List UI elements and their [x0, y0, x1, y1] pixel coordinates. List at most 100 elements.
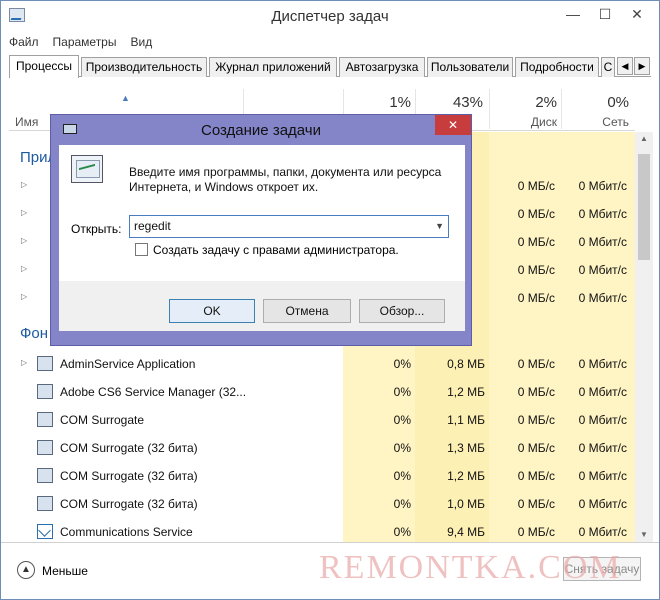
table-row[interactable]: COM Surrogate 0% 1,1 МБ 0 МБ/с 0 Мбит/с [9, 406, 635, 434]
table-row[interactable]: COM Surrogate (32 бита) 0% 1,2 МБ 0 МБ/с… [9, 462, 635, 490]
process-icon [37, 356, 53, 371]
col-net-pct[interactable]: 0% [561, 94, 629, 111]
tab-scroll-right-icon[interactable]: ▶ [634, 57, 650, 75]
row-net: 0 Мбит/с [578, 413, 627, 427]
dialog-title-bar: Создание задачи ✕ [51, 115, 471, 145]
chevron-down-icon[interactable]: ▼ [435, 216, 444, 237]
row-name: COM Surrogate [60, 413, 145, 427]
tab-startup[interactable]: Автозагрузка [339, 57, 425, 77]
row-cpu: 0% [393, 525, 411, 539]
row-cpu: 0% [393, 441, 411, 455]
minimize-icon[interactable]: — [559, 3, 587, 25]
menu-view[interactable]: Вид [122, 32, 158, 49]
row-disk: 0 МБ/с [517, 385, 555, 399]
row-disk: 0 МБ/с [517, 291, 555, 305]
table-row[interactable]: COM Surrogate (32 бита) 0% 1,3 МБ 0 МБ/с… [9, 434, 635, 462]
scroll-up-icon[interactable]: ▲ [635, 132, 653, 146]
dialog-close-icon[interactable]: ✕ [435, 115, 471, 135]
row-disk: 0 МБ/с [517, 469, 555, 483]
admin-checkbox[interactable] [135, 243, 148, 256]
row-mem: 1,2 МБ [447, 385, 485, 399]
dialog-title: Создание задачи [201, 122, 321, 139]
menu-bar: Файл Параметры Вид [1, 32, 659, 52]
process-icon [37, 412, 53, 427]
row-net: 0 Мбит/с [578, 291, 627, 305]
row-net: 0 Мбит/с [578, 235, 627, 249]
expand-icon[interactable]: ▷ [21, 180, 27, 189]
expand-icon[interactable]: ▷ [21, 208, 27, 217]
row-name: COM Surrogate (32 бита) [60, 469, 198, 483]
open-label: Открыть: [71, 222, 122, 236]
col-mem-pct[interactable]: 43% [415, 94, 483, 111]
row-name: COM Surrogate (32 бита) [60, 497, 198, 511]
menu-options[interactable]: Параметры [45, 32, 123, 49]
table-row[interactable]: Adobe CS6 Service Manager (32... 0% 1,2 … [9, 378, 635, 406]
row-mem: 1,1 МБ [447, 413, 485, 427]
row-net: 0 Мбит/с [578, 207, 627, 221]
tab-services[interactable]: С [601, 57, 615, 77]
tab-performance[interactable]: Производительность [81, 57, 207, 77]
col-name[interactable]: Имя [15, 115, 38, 129]
maximize-icon[interactable]: ☐ [591, 3, 619, 25]
expand-icon[interactable]: ▷ [21, 264, 27, 273]
col-cpu-pct[interactable]: 1% [343, 94, 411, 111]
expand-icon[interactable]: ▷ [21, 358, 27, 367]
tab-users[interactable]: Пользователи [427, 57, 513, 77]
row-disk: 0 МБ/с [517, 413, 555, 427]
vertical-scrollbar[interactable]: ▲ ▼ [635, 132, 653, 542]
open-input-value[interactable]: regedit [134, 219, 171, 233]
scrollbar-thumb[interactable] [638, 154, 650, 260]
tab-details[interactable]: Подробности [515, 57, 599, 77]
tab-app-history[interactable]: Журнал приложений [209, 57, 337, 77]
cancel-button[interactable]: Отмена [263, 299, 351, 323]
row-name: Adobe CS6 Service Manager (32... [60, 385, 247, 399]
process-icon [37, 496, 53, 511]
create-task-dialog: Создание задачи ✕ Введите имя программы,… [50, 114, 472, 346]
close-icon[interactable]: ✕ [623, 3, 651, 25]
fewer-details-link[interactable]: Меньше [42, 564, 88, 578]
col-disk-pct[interactable]: 2% [489, 94, 557, 111]
table-row[interactable]: ▷ AdminService Application 0% 0,8 МБ 0 М… [9, 350, 635, 378]
row-mem: 0,8 МБ [447, 357, 485, 371]
browse-button[interactable]: Обзор... [359, 299, 445, 323]
open-combobox[interactable]: regedit ▼ [129, 215, 449, 238]
row-net: 0 Мбит/с [578, 441, 627, 455]
table-row[interactable]: COM Surrogate (32 бита) 0% 1,0 МБ 0 МБ/с… [9, 490, 635, 518]
row-cpu: 0% [393, 497, 411, 511]
chevron-up-icon[interactable]: ▲ [17, 561, 35, 579]
row-cpu: 0% [393, 357, 411, 371]
row-disk: 0 МБ/с [517, 497, 555, 511]
watermark: REMONTKA.COM [319, 549, 622, 586]
ok-button[interactable]: OK [169, 299, 255, 323]
row-mem: 1,0 МБ [447, 497, 485, 511]
scroll-down-icon[interactable]: ▼ [635, 528, 653, 542]
col-disk[interactable]: Диск [489, 115, 557, 129]
menu-file[interactable]: Файл [1, 32, 45, 49]
row-cpu: 0% [393, 413, 411, 427]
row-disk: 0 МБ/с [517, 263, 555, 277]
row-cpu: 0% [393, 469, 411, 483]
process-icon [37, 440, 53, 455]
tab-scroll-left-icon[interactable]: ◀ [617, 57, 633, 75]
col-net[interactable]: Сеть [561, 115, 629, 129]
dialog-body: Введите имя программы, папки, документа … [59, 145, 465, 281]
dialog-button-bar: OK Отмена Обзор... [59, 281, 465, 331]
expand-icon[interactable]: ▷ [21, 292, 27, 301]
row-net: 0 Мбит/с [578, 469, 627, 483]
row-disk: 0 МБ/с [517, 235, 555, 249]
row-mem: 1,3 МБ [447, 441, 485, 455]
row-net: 0 Мбит/с [578, 497, 627, 511]
row-mem: 9,4 МБ [447, 525, 485, 539]
row-name: COM Surrogate (32 бита) [60, 441, 198, 455]
row-net: 0 Мбит/с [578, 525, 627, 539]
expand-icon[interactable]: ▷ [21, 236, 27, 245]
sort-arrow-icon[interactable]: ▲ [121, 93, 130, 103]
admin-checkbox-label[interactable]: Создать задачу с правами администратора. [153, 243, 399, 257]
section-background: Фон [20, 325, 49, 342]
run-icon [71, 155, 103, 183]
tab-processes[interactable]: Процессы [9, 55, 79, 78]
row-disk: 0 МБ/с [517, 525, 555, 539]
row-disk: 0 МБ/с [517, 179, 555, 193]
dialog-description: Введите имя программы, папки, документа … [129, 165, 442, 194]
mail-icon [37, 524, 53, 539]
